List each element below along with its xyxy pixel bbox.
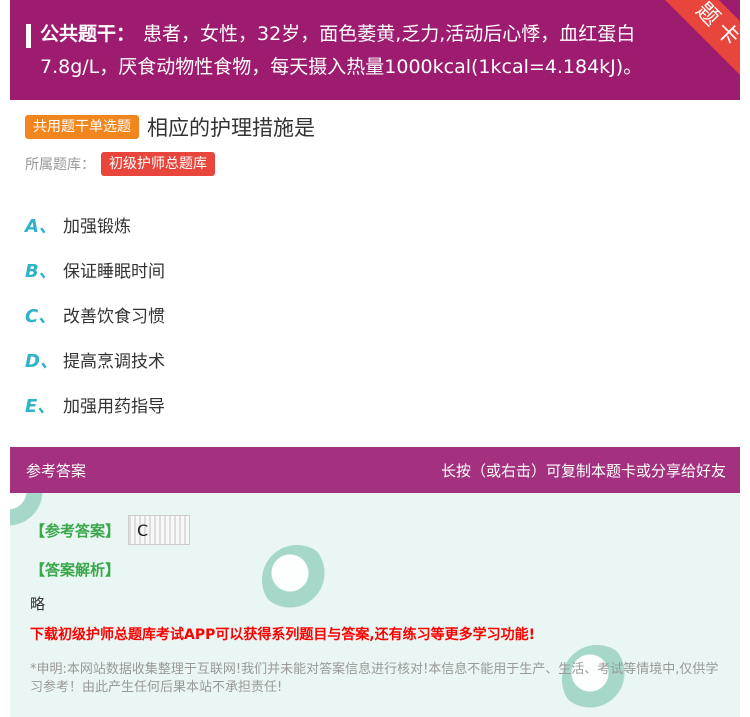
ribbon-label: 题卡 [665,0,740,87]
watermark-logo-icon [262,545,332,615]
option-b[interactable]: B、 保证睡眠时间 [25,247,165,292]
answer-key-value: C [128,515,191,545]
option-text: 加强用药指导 [63,397,165,417]
question-bank-row: 所属题库： 初级护师总题库 [25,152,215,176]
option-text: 提高烹调技术 [63,352,165,372]
option-letter: C、 [25,305,57,327]
option-a[interactable]: A、 加强锻炼 [25,202,165,247]
option-text: 保证睡眠时间 [63,262,165,282]
option-e[interactable]: E、 加强用药指导 [25,382,165,427]
answer-panel: 【参考答案】 C 【答案解析】 略 下载初级护师总题库考试APP可以获得系列题目… [10,493,740,717]
stem-label: 公共题干： [40,23,136,45]
stem-accent-bar [26,24,31,48]
disclaimer: *申明:本网站数据收集整理于互联网!我们并未能对答案信息进行核对!本信息不能用于… [30,662,719,695]
option-text: 改善饮食习惯 [63,307,165,327]
corner-ribbon: 题卡 [665,0,740,95]
option-letter: D、 [25,350,58,372]
question-type-badge: 共用题干单选题 [25,115,139,139]
option-letter: B、 [25,260,57,282]
stem-text-block: 公共题干： 患者，女性，32岁，面色萎黄,乏力,活动后心悸，血红蛋白7.8g/L，… [40,18,680,84]
app-download-promo[interactable]: 下载初级护师总题库考试APP可以获得系列题目与答案,还有练习等更多学习功能! [30,624,535,644]
analysis-label: 【答案解析】 [30,561,121,579]
option-letter: A、 [25,215,57,237]
option-text: 加强锻炼 [63,217,131,237]
answer-header: 参考答案 长按（或右击）可复制本题卡或分享给好友 [10,447,740,493]
question-stem: 公共题干： 患者，女性，32岁，面色萎黄,乏力,活动后心悸，血红蛋白7.8g/L，… [10,0,740,100]
options-list: A、 加强锻炼 B、 保证睡眠时间 C、 改善饮食习惯 D、 提高烹调技术 E、… [25,202,165,427]
option-c[interactable]: C、 改善饮食习惯 [25,292,165,337]
question-row: 共用题干单选题 相应的护理措施是 [25,113,315,141]
bank-label: 所属题库： [25,157,95,173]
answer-key-label: 【参考答案】 [30,521,121,540]
share-hint: 长按（或右击）可复制本题卡或分享给好友 [440,462,726,480]
bank-link[interactable]: 初级护师总题库 [101,152,215,176]
option-letter: E、 [25,395,56,417]
question-text: 相应的护理措施是 [147,116,315,140]
answer-key-row: 【参考答案】 C [30,515,191,545]
option-d[interactable]: D、 提高烹调技术 [25,337,165,382]
analysis-text: 略 [30,595,46,613]
answer-header-title: 参考答案 [26,462,87,480]
